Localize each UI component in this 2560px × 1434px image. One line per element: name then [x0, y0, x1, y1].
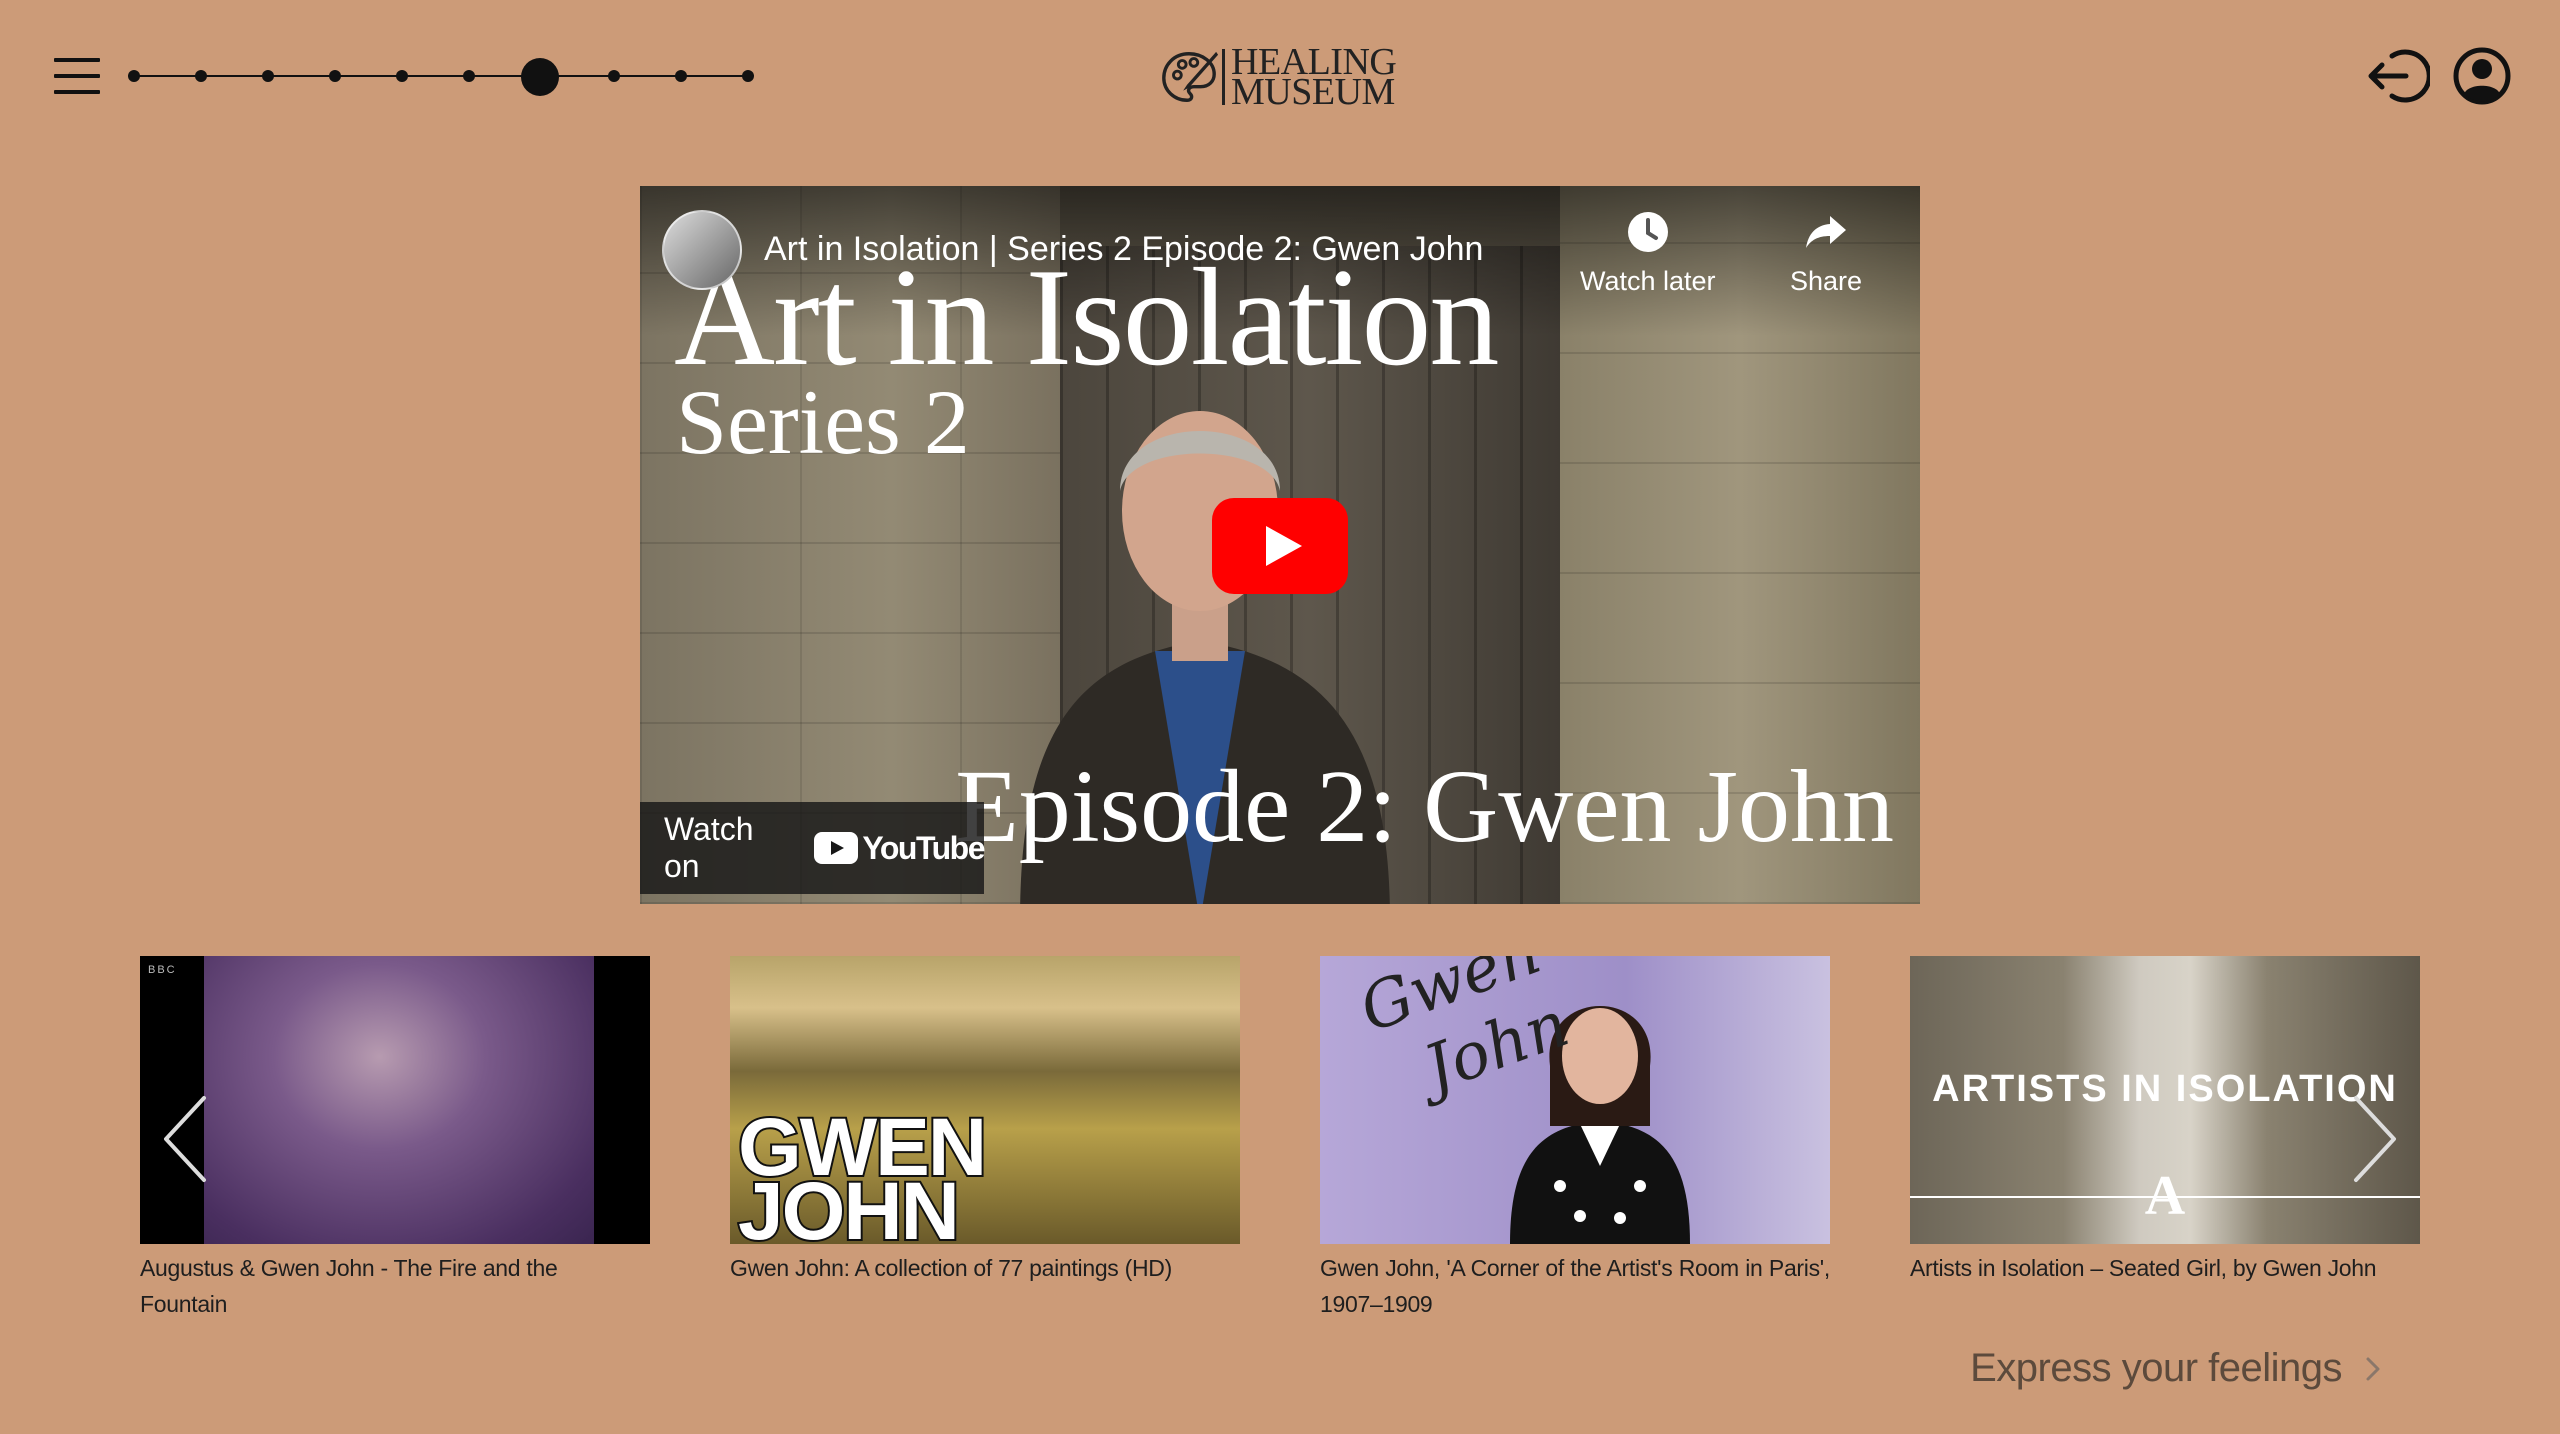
palette-icon [1162, 51, 1219, 102]
watch-on-label: Watch on [664, 811, 754, 884]
progress-step-2[interactable] [195, 70, 207, 82]
youtube-wordmark: YouTube [862, 829, 985, 866]
logo-text: HEALING MUSEUM [1231, 43, 1397, 113]
video-overlay-episode: Episode 2: Gwen John [955, 749, 1894, 864]
thumbnail-logo-mark: A [2144, 1165, 2186, 1227]
video-player[interactable]: Art in Isolation Series 2 Episode 2: Gwe… [640, 186, 1920, 904]
video-caption[interactable]: Augustus & Gwen John - The Fire and the … [140, 1250, 650, 1322]
watch-later-button[interactable]: Watch later [1580, 210, 1716, 297]
hamburger-icon[interactable] [54, 58, 100, 94]
progress-step-current[interactable] [521, 58, 559, 96]
logo-line-2: MUSEUM [1231, 71, 1395, 113]
watch-on-youtube-button[interactable]: Watch on YouTube [640, 802, 985, 894]
video-caption[interactable]: Artists in Isolation – Seated Girl, by G… [1910, 1250, 2420, 1286]
video-thumbnail[interactable]: BBC [140, 956, 650, 1244]
video-thumbnail[interactable]: ARTISTS IN ISOLATION A [1910, 956, 2420, 1244]
carousel-prev-arrow[interactable] [160, 1094, 210, 1184]
thumbnail-title: GWEN JOHN [736, 1105, 989, 1245]
express-feelings-link[interactable]: Express your feelings [1970, 1346, 2382, 1391]
share-button[interactable]: Share [1790, 210, 1862, 297]
play-button[interactable] [1212, 498, 1348, 594]
video-card-1[interactable]: BBC Augustus & Gwen John - The Fire and … [140, 956, 650, 1322]
video-card-3[interactable]: Gwen John Gwen John, 'A Corner of the Ar… [1320, 956, 1830, 1322]
share-label: Share [1790, 266, 1863, 296]
video-card-4[interactable]: ARTISTS IN ISOLATION A Artists in Isolat… [1910, 956, 2420, 1286]
related-videos-carousel: BBC Augustus & Gwen John - The Fire and … [0, 956, 2560, 1317]
video-thumbnail[interactable]: GWEN JOHN [730, 956, 1240, 1244]
healing-museum-logo[interactable]: HEALING MUSEUM [1158, 43, 1403, 113]
progress-step-3[interactable] [262, 70, 274, 82]
clock-icon [1627, 212, 1668, 252]
youtube-logo: YouTube [814, 829, 985, 867]
video-caption[interactable]: Gwen John, 'A Corner of the Artist's Roo… [1320, 1250, 1830, 1322]
video-overlay-series: Series 2 [676, 371, 970, 473]
progress-step-4[interactable] [329, 70, 341, 82]
express-feelings-label: Express your feelings [1970, 1346, 2342, 1390]
progress-stepper [128, 58, 754, 96]
thumbnail-portrait [204, 956, 594, 1244]
user-circle-icon[interactable] [2452, 46, 2512, 106]
bbc-badge: BBC [148, 964, 177, 976]
logo-divider [1222, 49, 1225, 105]
thumbnail-title: ARTISTS IN ISOLATION [1932, 1068, 2398, 1110]
carousel-next-arrow[interactable] [2350, 1094, 2400, 1184]
progress-line [134, 75, 748, 77]
progress-step-9[interactable] [675, 70, 687, 82]
video-overlay-title: Art in Isolation [674, 240, 1499, 395]
youtube-play-icon [814, 832, 859, 864]
progress-step-1[interactable] [128, 70, 140, 82]
progress-step-6[interactable] [463, 70, 475, 82]
chevron-right-icon [2366, 1357, 2380, 1380]
watch-later-label: Watch later [1580, 266, 1716, 296]
channel-avatar[interactable] [662, 210, 742, 290]
video-title[interactable]: Art in Isolation | Series 2 Episode 2: G… [764, 230, 1483, 269]
progress-step-5[interactable] [396, 70, 408, 82]
progress-step-8[interactable] [608, 70, 620, 82]
share-icon [1806, 216, 1847, 248]
logout-icon[interactable] [2366, 46, 2430, 106]
progress-step-10[interactable] [742, 70, 754, 82]
video-thumbnail[interactable]: Gwen John [1320, 956, 1830, 1244]
thumbnail-title-line-2: JOHN [736, 1166, 962, 1245]
video-card-2[interactable]: GWEN JOHN Gwen John: A collection of 77 … [730, 956, 1240, 1286]
video-caption[interactable]: Gwen John: A collection of 77 paintings … [730, 1250, 1240, 1286]
